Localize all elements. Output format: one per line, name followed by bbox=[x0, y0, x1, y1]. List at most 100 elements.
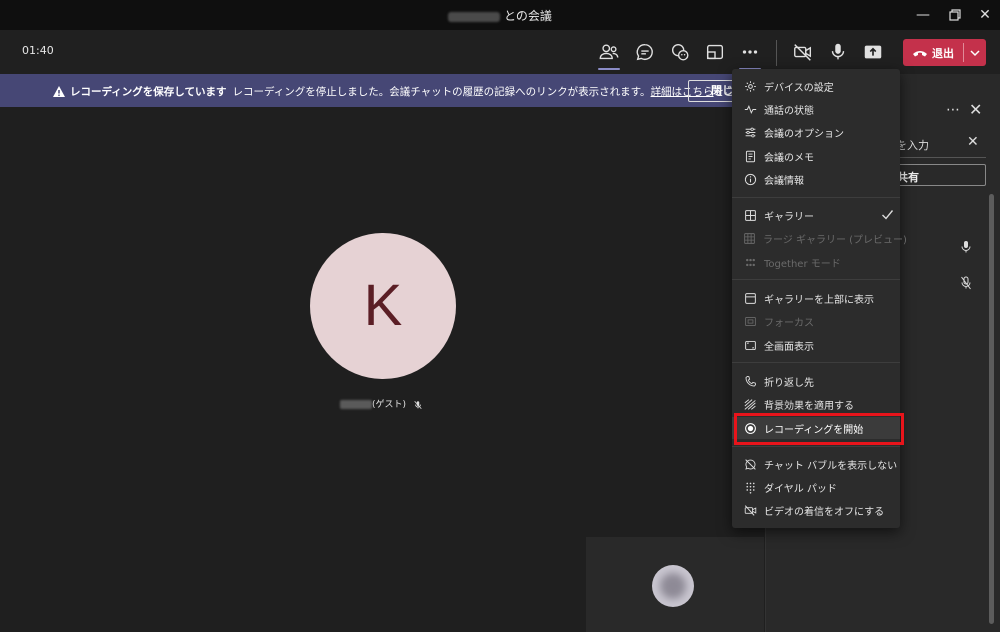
chat-bubble-off-icon bbox=[744, 458, 756, 470]
share-invite-label: 共有 bbox=[897, 171, 919, 184]
sliders-icon bbox=[745, 127, 755, 137]
chat-icon bbox=[636, 43, 653, 61]
menu-item-fullscreen[interactable]: 全画面表示 bbox=[732, 334, 900, 356]
menu-item-label: フォーカス bbox=[764, 317, 814, 329]
share-screen-button[interactable] bbox=[860, 40, 886, 64]
chat-button[interactable] bbox=[632, 40, 658, 64]
close-icon[interactable]: ✕ bbox=[976, 6, 994, 24]
menu-item-label: ギャラリー bbox=[764, 211, 814, 223]
notes-icon bbox=[745, 150, 755, 162]
window-title-text: との会議 bbox=[504, 9, 552, 23]
menu-item-large-gallery: ラージ ギャラリー (プレビュー) bbox=[732, 227, 907, 249]
menu-item-label: チャット バブルを表示しない bbox=[764, 460, 898, 472]
menu-item-gallery[interactable]: ギャラリー bbox=[732, 204, 900, 226]
menu-item-label: 会議のメモ bbox=[764, 152, 814, 164]
menu-item-label: 全画面表示 bbox=[764, 341, 814, 353]
menu-item-meeting-info[interactable]: 会議情報 bbox=[732, 168, 900, 190]
leave-button[interactable]: 退出 bbox=[903, 39, 963, 66]
menu-divider bbox=[732, 197, 900, 198]
video-off-icon bbox=[744, 504, 756, 516]
menu-item-label: ダイヤル パッド bbox=[764, 483, 837, 495]
menu-item-background-effects[interactable]: 背景効果を適用する bbox=[732, 393, 900, 415]
menu-item-gallery-top[interactable]: ギャラリーを上部に表示 bbox=[732, 287, 900, 309]
menu-item-label: デバイスの設定 bbox=[764, 82, 834, 94]
focus-icon bbox=[744, 316, 756, 326]
camera-off-icon bbox=[794, 44, 812, 61]
meeting-timer: 01:40 bbox=[22, 44, 54, 57]
gear-icon bbox=[744, 80, 756, 92]
window-title: との会議 bbox=[0, 7, 1000, 24]
mic-toggle-button[interactable] bbox=[825, 40, 851, 64]
reactions-button[interactable] bbox=[667, 40, 693, 64]
muted-mic-icon bbox=[961, 276, 971, 290]
recording-banner: レコーディングを保存しています レコーディングを停止しました。会議チャットの履歴の… bbox=[0, 74, 787, 107]
share-screen-icon bbox=[864, 45, 882, 59]
banner-message: レコーディングを保存しています レコーディングを停止しました。会議チャットの履歴の… bbox=[70, 84, 787, 99]
meeting-toolbar: 01:40 退出 bbox=[0, 30, 1000, 74]
background-effects-icon bbox=[744, 398, 756, 410]
share-invite-button[interactable]: 共有 bbox=[886, 164, 986, 186]
microphone-icon bbox=[961, 241, 971, 253]
fullscreen-icon bbox=[744, 340, 756, 350]
phone-icon bbox=[744, 375, 756, 387]
menu-item-together-mode: Together モード bbox=[732, 251, 900, 273]
toolbar-divider bbox=[776, 40, 777, 66]
gallery-top-icon bbox=[744, 292, 756, 304]
participant-guest-label: (ゲスト) bbox=[372, 400, 407, 410]
banner-text: レコーディングを停止しました。会議チャットの履歴の記録へのリンクが表示されます。 bbox=[232, 86, 651, 98]
participant-avatar: K bbox=[310, 233, 456, 379]
menu-item-label: 会議情報 bbox=[764, 175, 804, 187]
breakout-rooms-icon bbox=[706, 44, 724, 60]
info-icon bbox=[744, 173, 756, 185]
minimize-icon[interactable]: — bbox=[914, 6, 932, 24]
muted-mic-icon bbox=[414, 400, 422, 409]
invite-input[interactable]: を入力 ✕ bbox=[886, 130, 986, 158]
menu-item-meeting-options[interactable]: 会議のオプション bbox=[732, 121, 900, 143]
menu-item-hide-chat-bubbles[interactable]: チャット バブルを表示しない bbox=[732, 453, 900, 475]
pulse-icon bbox=[744, 104, 756, 114]
menu-item-dial-pad[interactable]: ダイヤル パッド bbox=[732, 476, 900, 498]
reactions-icon bbox=[671, 43, 689, 61]
invite-input-text: を入力 bbox=[896, 139, 929, 152]
self-video-tile[interactable] bbox=[586, 537, 764, 632]
menu-item-call-health[interactable]: 通話の状態 bbox=[732, 98, 900, 120]
camera-toggle-button[interactable] bbox=[790, 40, 816, 64]
participants-button[interactable] bbox=[596, 40, 622, 70]
microphone-icon bbox=[831, 43, 845, 60]
rooms-button[interactable] bbox=[702, 40, 728, 64]
more-actions-menu: デバイスの設定 通話の状態 会議のオプション 会議のメモ 会議情報 ギャラリー … bbox=[732, 69, 907, 528]
menu-item-turn-off-incoming-video[interactable]: ビデオの着信をオフにする bbox=[732, 499, 900, 521]
leave-button-group: 退出 bbox=[903, 39, 986, 66]
more-actions-button[interactable] bbox=[737, 40, 763, 70]
warning-icon bbox=[53, 86, 65, 97]
panel-close-icon[interactable]: ✕ bbox=[969, 100, 982, 119]
menu-item-meeting-notes[interactable]: 会議のメモ bbox=[732, 145, 900, 167]
menu-item-label: 会議のオプション bbox=[764, 128, 844, 140]
self-avatar bbox=[652, 565, 694, 607]
menu-item-focus: フォーカス bbox=[732, 310, 900, 332]
leave-options-button[interactable] bbox=[964, 39, 986, 66]
video-stage: K (ゲスト) bbox=[0, 107, 765, 632]
menu-item-label: 通話の状態 bbox=[764, 105, 814, 117]
menu-item-label: ビデオの着信をオフにする bbox=[764, 506, 885, 518]
highlight-box bbox=[734, 413, 904, 445]
participants-icon bbox=[599, 44, 619, 60]
menu-item-label: ラージ ギャラリー (プレビュー) bbox=[763, 234, 907, 246]
menu-item-call-me-back[interactable]: 折り返し先 bbox=[732, 370, 900, 392]
redacted-name bbox=[448, 11, 501, 22]
title-bar: との会議 — ✕ bbox=[0, 0, 1000, 30]
panel-scrollbar[interactable] bbox=[989, 194, 994, 624]
hang-up-icon bbox=[913, 50, 927, 56]
menu-item-label: 折り返し先 bbox=[764, 377, 814, 389]
gallery-icon bbox=[744, 209, 756, 221]
leave-label: 退出 bbox=[932, 46, 954, 60]
maximize-icon[interactable] bbox=[946, 6, 964, 24]
clear-input-icon[interactable]: ✕ bbox=[967, 134, 979, 150]
banner-title: レコーディングを保存しています bbox=[70, 86, 227, 98]
menu-item-device-settings[interactable]: デバイスの設定 bbox=[732, 75, 900, 97]
chevron-down-icon bbox=[970, 50, 980, 57]
large-gallery-icon bbox=[744, 232, 755, 244]
redacted-name bbox=[340, 400, 372, 409]
checkmark-icon bbox=[882, 210, 894, 220]
panel-more-icon[interactable]: ⋯ bbox=[946, 102, 960, 118]
